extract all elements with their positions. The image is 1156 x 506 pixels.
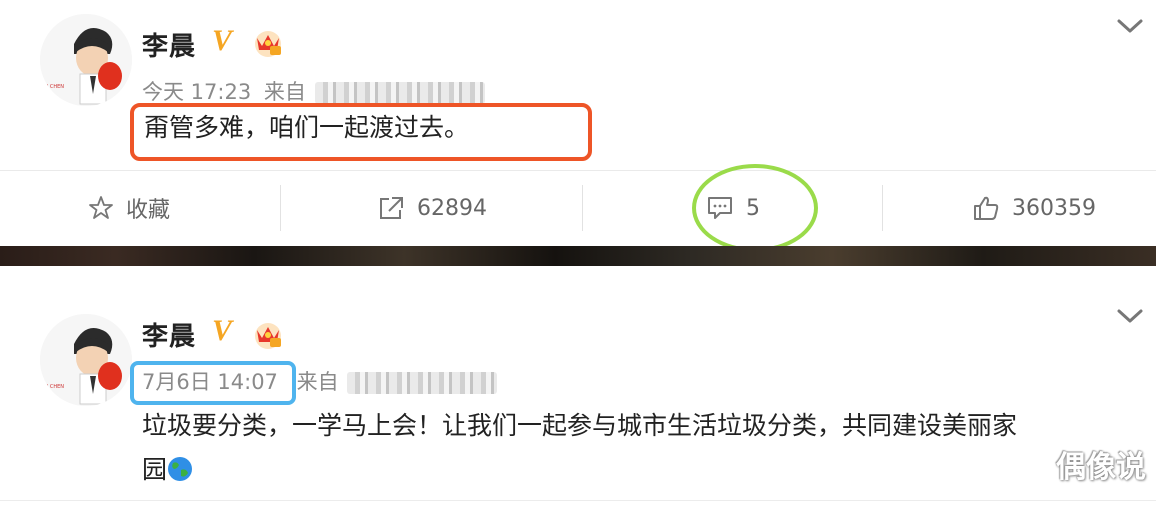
image-strip — [0, 246, 1156, 266]
repost-count: 62894 — [417, 195, 487, 221]
divider — [0, 500, 1156, 501]
blurred-source — [347, 372, 498, 394]
post-time[interactable]: 今天 17:23 — [142, 80, 251, 104]
post-meta: 今天 17:23 来自 — [142, 76, 485, 106]
star-icon — [89, 196, 113, 219]
source-prefix: 来自 — [296, 370, 339, 394]
repost-button[interactable]: 62894 — [377, 171, 487, 245]
post-text-line: 垃圾要分类，一学马上会！让我们一起参与城市生活垃圾分类，共同建设美丽家 — [142, 411, 1018, 440]
crown-icon — [252, 318, 284, 350]
crown-icon — [252, 26, 284, 58]
repost-icon — [380, 197, 403, 219]
watermark: 偶像说 — [1056, 450, 1146, 485]
svg-text:LI CHEN: LI CHEN — [44, 384, 64, 390]
globe-icon — [167, 452, 193, 481]
like-icon — [974, 196, 999, 220]
favorite-button[interactable]: 收藏 — [88, 171, 170, 245]
avatar[interactable]: LI CHEN — [40, 14, 132, 106]
post-text: 甭管多难，咱们一起渡过去。 — [144, 113, 470, 142]
avatar[interactable]: LI CHEN — [40, 314, 132, 406]
chevron-down-icon[interactable] — [1116, 306, 1144, 326]
verified-icon: V — [212, 314, 233, 347]
chevron-down-icon[interactable] — [1116, 16, 1144, 36]
verified-icon: V — [212, 24, 233, 57]
post-2: LI CHEN 李晨 V 7月6日 14:07 来自 垃圾要分类，一学马上会！让… — [0, 290, 1156, 506]
svg-text:LI CHEN: LI CHEN — [44, 84, 64, 90]
author-name[interactable]: 李晨 — [142, 26, 196, 63]
like-button[interactable]: 360359 — [972, 171, 1096, 245]
blurred-source — [314, 82, 485, 104]
highlight-ellipse-green — [692, 164, 818, 252]
post-1: LI CHEN 李晨 V 今天 17:23 来自 甭管多难，咱们一起渡过去。 收… — [0, 0, 1156, 252]
author-name[interactable]: 李晨 — [142, 316, 196, 353]
post-meta: 7月6日 14:07 来自 — [142, 366, 498, 396]
action-bar: 收藏 62894 5 360359 — [0, 170, 1156, 245]
post-time[interactable]: 7月6日 14:07 — [142, 370, 278, 394]
post-text: 垃圾要分类，一学马上会！让我们一起参与城市生活垃圾分类，共同建设美丽家 园 — [142, 404, 1017, 492]
source-prefix: 来自 — [263, 80, 306, 104]
favorite-label: 收藏 — [126, 198, 171, 223]
divider — [280, 185, 281, 231]
divider — [882, 185, 883, 231]
like-count: 360359 — [1012, 195, 1096, 221]
post-text-line-2: 园 — [142, 448, 1017, 492]
divider — [582, 185, 583, 231]
